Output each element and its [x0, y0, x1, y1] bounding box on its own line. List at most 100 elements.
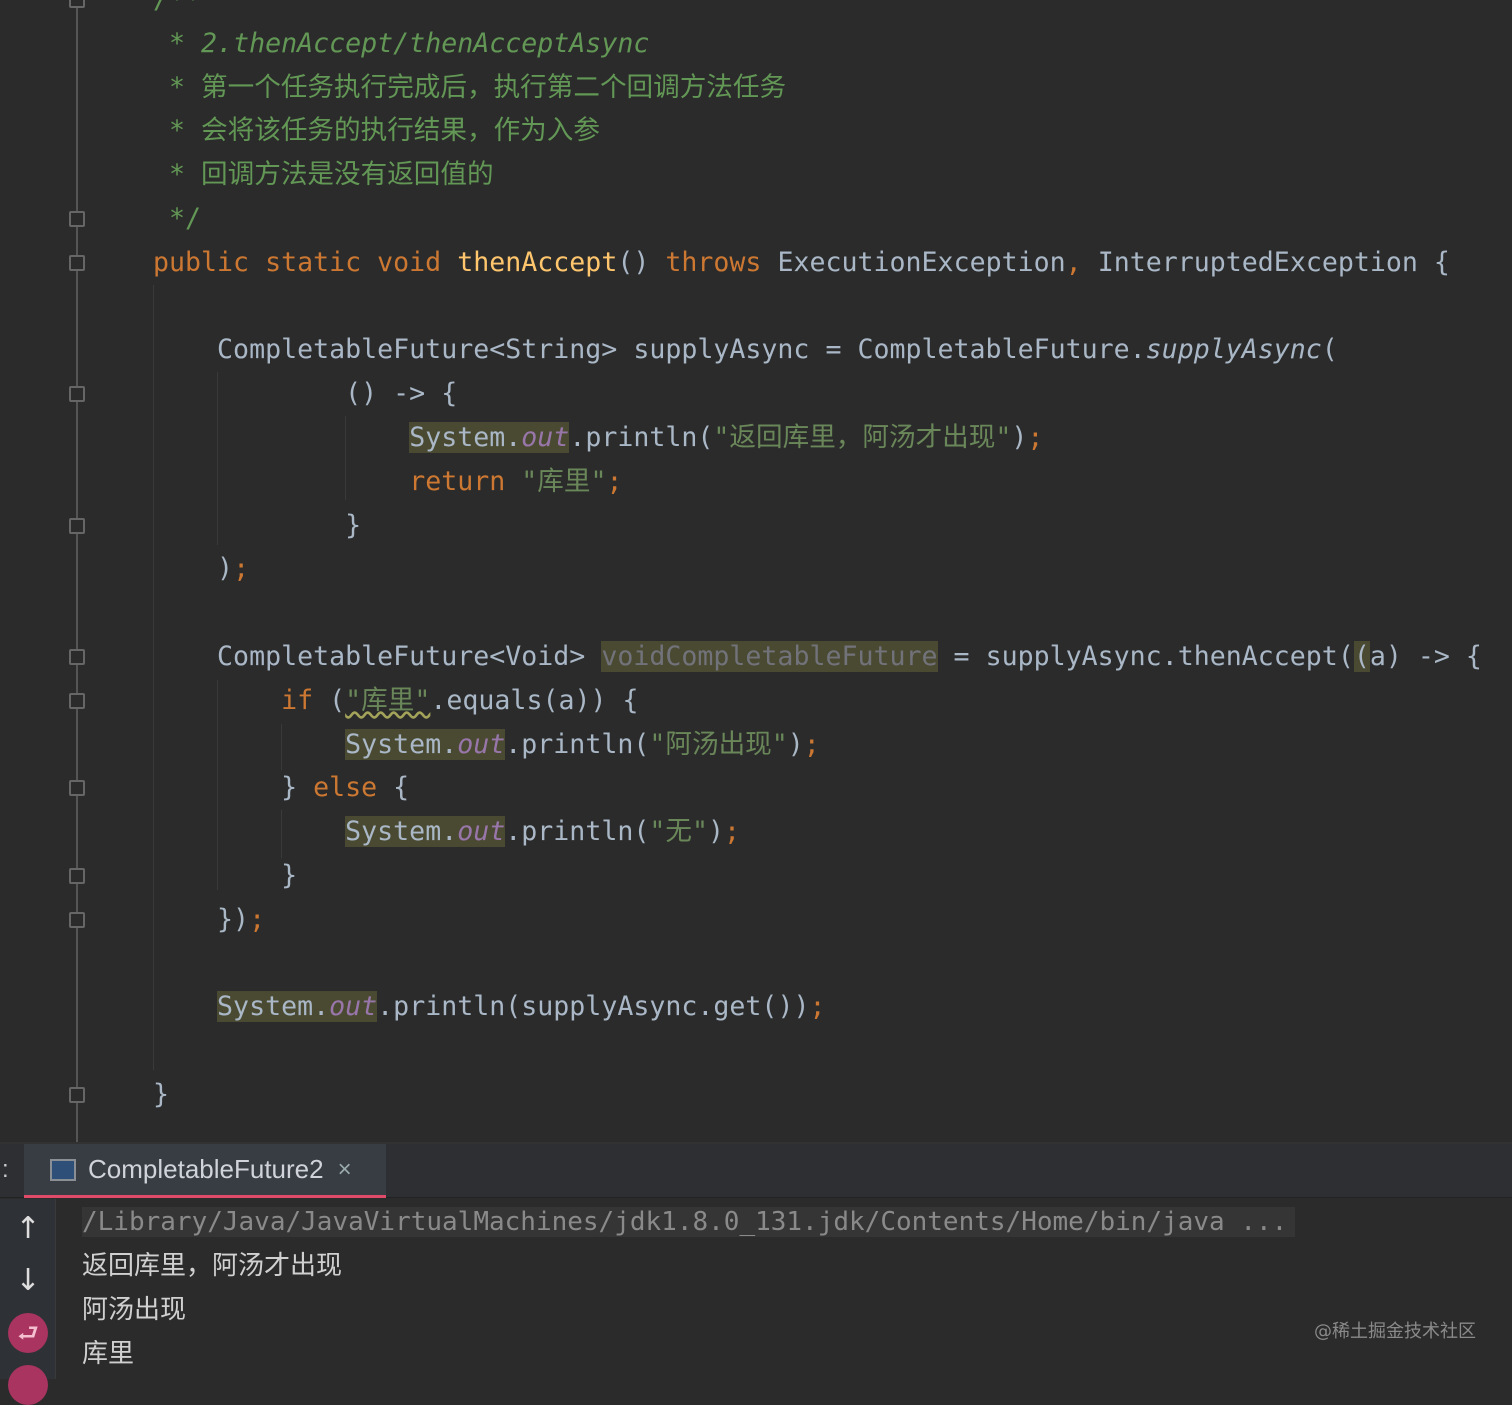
tab-completablefuture2[interactable]: CompletableFuture2 × [24, 1144, 386, 1198]
code-token: () [617, 246, 666, 278]
fold-marker-icon[interactable] [69, 780, 85, 797]
code-line[interactable]: return "库里"; [153, 460, 622, 504]
code-line[interactable]: * 2.thenAccept/thenAcceptAsync [153, 22, 649, 66]
code-line[interactable]: () -> { [153, 372, 457, 416]
code-token: out [521, 422, 570, 453]
code-token: } [153, 860, 298, 891]
code-line[interactable]: CompletableFuture<String> supplyAsync = … [153, 328, 1338, 372]
fold-marker-icon[interactable] [69, 211, 85, 227]
code-token: ( [1321, 334, 1338, 366]
console-command: /Library/Java/JavaVirtualMachines/jdk1.8… [82, 1207, 1296, 1237]
scroll-to-end-icon[interactable] [8, 1365, 48, 1405]
code-line[interactable]: System.out.println("无"); [153, 810, 740, 854]
code-token: } [153, 1079, 170, 1110]
code-token: ) [1011, 422, 1028, 453]
run-console: : CompletableFuture2 × ↑ ↓ ⮐ /Library/Ja… [0, 1142, 1512, 1405]
code-token: voidCompletableFuture [601, 641, 938, 672]
fold-marker-icon[interactable] [69, 868, 85, 884]
code-line[interactable]: ); [153, 547, 249, 591]
code-line[interactable]: */ [153, 197, 201, 241]
code-line[interactable]: } [153, 1073, 169, 1117]
code-token: }) [153, 903, 250, 935]
code-token: ( [329, 684, 346, 716]
code-token: else [313, 772, 394, 804]
indent-guide [281, 810, 282, 858]
code-line[interactable]: }); [153, 898, 265, 942]
code-token: ; [249, 903, 266, 935]
arrow-down-icon[interactable]: ↓ [8, 1261, 48, 1301]
soft-wrap-icon[interactable]: ⮐ [8, 1313, 48, 1353]
fold-marker-icon[interactable] [69, 692, 85, 709]
code-line[interactable]: } else { [153, 766, 409, 810]
code-token: 2.thenAccept/thenAcceptAsync [201, 27, 650, 59]
code-token: out [457, 728, 506, 760]
code-line[interactable]: public static void thenAccept() throws E… [153, 241, 1450, 285]
code-line[interactable]: } [153, 854, 297, 898]
code-token: "无" [649, 816, 708, 848]
code-token: System. [345, 816, 458, 848]
fold-marker-icon[interactable] [69, 649, 85, 665]
code-line[interactable]: if ("库里".equals(a)) { [153, 679, 639, 723]
run-tab-bar: : CompletableFuture2 × [0, 1144, 1512, 1198]
fold-marker-icon[interactable] [69, 0, 85, 8]
code-line[interactable]: } [153, 504, 361, 548]
code-token: */ [153, 203, 202, 234]
indent-guide [281, 724, 282, 770]
code-token: * 回调方法是没有返回值的 [153, 159, 494, 191]
code-line[interactable]: /** [153, 0, 201, 22]
code-token: ) [708, 816, 725, 848]
code-token: .println( [569, 422, 714, 453]
code-token: return [409, 465, 522, 497]
code-token: CompletableFuture<String> supplyAsync = … [153, 334, 1146, 366]
code-token: "库里" [345, 684, 431, 716]
code-line[interactable]: * 回调方法是没有返回值的 [153, 153, 494, 197]
code-token: ; [1027, 422, 1044, 453]
code-token: "阿汤出现" [649, 728, 788, 760]
fold-marker-icon[interactable] [69, 254, 85, 271]
indent-guide [217, 680, 218, 890]
code-token: System. [409, 422, 522, 453]
close-icon[interactable]: × [338, 1156, 352, 1184]
fold-marker-icon[interactable] [69, 386, 85, 403]
code-token: ) [153, 553, 234, 585]
arrow-up-icon[interactable]: ↑ [8, 1209, 48, 1249]
code-token: ( [1353, 641, 1370, 672]
code-token: System. [217, 991, 330, 1023]
code-token: ; [233, 553, 250, 585]
console-output-line: 返回库里，阿汤才出现 [82, 1251, 343, 1281]
code-line[interactable]: System.out.println(supplyAsync.get()); [153, 985, 825, 1029]
code-token: .println( [505, 728, 650, 760]
code-token: supplyAsync [1145, 334, 1322, 366]
gutter-line [76, 0, 78, 1142]
code-token: ; [809, 991, 826, 1023]
code-line[interactable]: System.out.println("阿汤出现"); [153, 723, 820, 767]
code-token: if [281, 684, 330, 716]
code-line[interactable]: System.out.println("返回库里，阿汤才出现"); [153, 416, 1043, 460]
code-token: * 会将该任务的执行结果，作为入参 [153, 115, 600, 147]
console-window-icon [50, 1158, 76, 1181]
code-token: /** [153, 0, 201, 15]
code-token: } [153, 772, 314, 804]
code-token: .equals(a)) { [430, 684, 639, 716]
code-token: InterruptedException { [1097, 246, 1450, 278]
code-token: .println( [505, 816, 650, 848]
code-line[interactable]: * 第一个任务执行完成后，执行第二个回调方法任务 [153, 66, 786, 110]
code-token: * 第一个任务执行完成后，执行第二个回调方法任务 [153, 71, 787, 103]
fold-marker-icon[interactable] [69, 517, 85, 534]
code-token: { [393, 772, 410, 804]
fold-marker-icon[interactable] [69, 911, 85, 928]
code-token: .println(supplyAsync.get()) [377, 991, 810, 1023]
tab-label: CompletableFuture2 [88, 1154, 324, 1184]
code-editor[interactable]: /** * 2.thenAccept/thenAcceptAsync * 第一个… [0, 0, 1512, 1142]
fold-marker-icon[interactable] [69, 1087, 85, 1103]
gutter [0, 0, 100, 1142]
watermark: @稀土掘金技术社区 [1314, 1321, 1476, 1342]
code-token: * [153, 27, 202, 59]
code-line[interactable]: CompletableFuture<Void> voidCompletableF… [153, 635, 1482, 679]
code-token: CompletableFuture<Void> [153, 641, 602, 672]
code-line[interactable]: * 会将该任务的执行结果，作为入参 [153, 109, 600, 153]
